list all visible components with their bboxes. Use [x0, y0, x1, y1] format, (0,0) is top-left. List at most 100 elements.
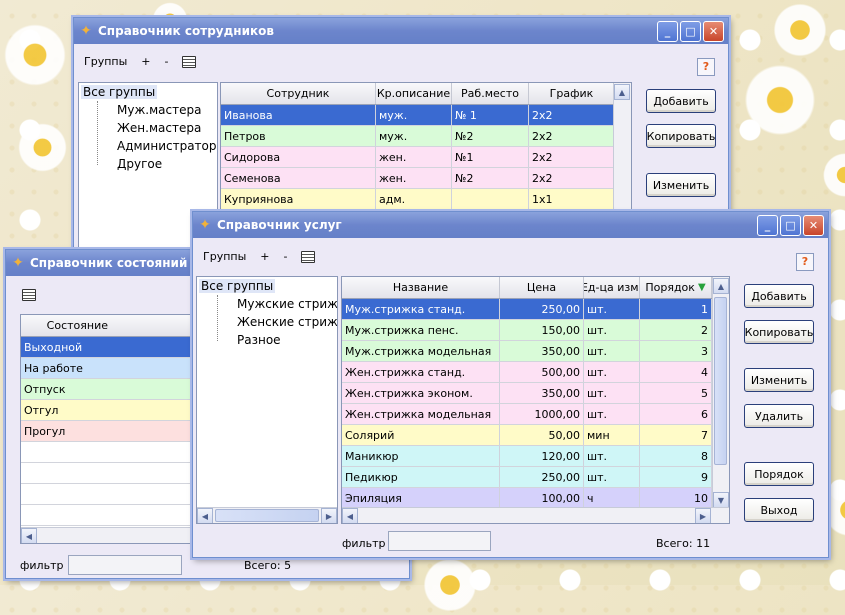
table-row[interactable]: Куприянова адм. 1x1	[221, 189, 631, 210]
scroll-left-icon[interactable]: ◀	[21, 528, 37, 543]
minimize-icon[interactable]: _	[757, 214, 778, 236]
states-horizontal-scrollbar[interactable]: ◀	[21, 527, 209, 543]
column-header[interactable]: Раб.место	[452, 83, 529, 104]
table-row[interactable]	[21, 442, 209, 463]
table-row[interactable]: Муж.стрижка пенс. 150,00 шт. 2	[342, 320, 729, 341]
add-group-button[interactable]: +	[260, 250, 269, 263]
column-header[interactable]: Цена	[500, 277, 584, 298]
scrollbar-thumb[interactable]	[215, 509, 319, 522]
table-cell: 120,00	[500, 446, 584, 466]
table-row[interactable]	[21, 463, 209, 484]
tree-item[interactable]: Разное	[237, 333, 281, 347]
close-icon[interactable]: ✕	[703, 20, 724, 42]
edit-employee-button[interactable]: Изменить	[646, 173, 716, 197]
services-vertical-scrollbar[interactable]: ▲ ▼	[712, 277, 729, 509]
filter-input[interactable]	[388, 531, 491, 551]
tree-item[interactable]: Муж.мастера	[117, 103, 201, 117]
tree-item[interactable]: Другое	[117, 157, 162, 171]
tree-item[interactable]: Администратор	[117, 139, 217, 153]
help-button[interactable]: ?	[697, 58, 715, 76]
table-row[interactable]: Эпиляция 100,00 ч 10	[342, 488, 729, 509]
maximize-icon[interactable]: □	[780, 214, 801, 236]
maximize-icon[interactable]: □	[680, 20, 701, 42]
add-employee-button[interactable]: Добавить	[646, 89, 716, 113]
tree-item[interactable]: Женские стрижки	[237, 315, 337, 329]
groups-menu[interactable]: Группы	[84, 55, 127, 68]
print-icon[interactable]	[22, 289, 36, 301]
edit-service-button[interactable]: Изменить	[744, 368, 814, 392]
order-button[interactable]: Порядок	[744, 462, 814, 486]
table-row[interactable]: Отгул	[21, 400, 209, 421]
scroll-right-icon[interactable]: ▶	[695, 508, 711, 523]
help-button[interactable]: ?	[796, 253, 814, 271]
table-row[interactable]: На работе	[21, 358, 209, 379]
copy-employee-button[interactable]: Копировать	[646, 124, 716, 148]
remove-group-button[interactable]: -	[284, 250, 288, 263]
scrollbar-thumb[interactable]	[714, 297, 727, 465]
table-row[interactable]	[21, 505, 209, 526]
services-titlebar[interactable]: ✦ Справочник услуг _ □ ✕	[193, 212, 828, 238]
table-cell: шт.	[584, 467, 640, 487]
table-cell	[21, 463, 209, 483]
services-group-tree[interactable]: Все группы Мужские стрижки Женские стриж…	[196, 276, 338, 524]
table-cell	[452, 189, 529, 209]
table-row[interactable]: Жен.стрижка модельная 1000,00 шт. 6	[342, 404, 729, 425]
scroll-up-icon[interactable]: ▲	[713, 278, 729, 294]
table-row[interactable]: Семенова жен. №2 2x2	[221, 168, 631, 189]
table-row[interactable]: Отпуск	[21, 379, 209, 400]
table-cell: 10	[640, 488, 712, 508]
table-cell: 350,00	[500, 341, 584, 361]
scroll-down-icon[interactable]: ▼	[713, 492, 729, 508]
filter-input[interactable]	[68, 555, 182, 575]
scroll-right-icon[interactable]: ▶	[321, 508, 337, 523]
table-row[interactable]	[21, 484, 209, 505]
table-row[interactable]: Прогул	[21, 421, 209, 442]
delete-service-button[interactable]: Удалить	[744, 404, 814, 428]
table-cell: Жен.стрижка станд.	[342, 362, 500, 382]
minimize-icon[interactable]: _	[657, 20, 678, 42]
table-row[interactable]: Иванова муж. № 1 2x2	[221, 105, 631, 126]
column-header-order[interactable]: Порядок ▼	[640, 277, 712, 298]
table-row[interactable]: Педикюр 250,00 шт. 9	[342, 467, 729, 488]
background-daisy	[15, 120, 70, 175]
table-cell: Куприянова	[221, 189, 376, 209]
scroll-left-icon[interactable]: ◀	[197, 508, 213, 523]
tree-root[interactable]: Все группы	[81, 85, 158, 99]
column-header[interactable]: График	[529, 83, 615, 104]
table-header: Сотрудник Кр.описание Раб.место График	[221, 83, 631, 105]
print-icon[interactable]	[301, 250, 316, 263]
employees-titlebar[interactable]: ✦ Справочник сотрудников _ □ ✕	[74, 18, 728, 44]
table-cell: 3	[640, 341, 712, 361]
table-row[interactable]: Маникюр 120,00 шт. 8	[342, 446, 729, 467]
tree-item[interactable]: Мужские стрижки	[237, 297, 337, 311]
print-icon[interactable]	[182, 55, 197, 68]
table-row[interactable]: Жен.стрижка эконом. 350,00 шт. 5	[342, 383, 729, 404]
table-row[interactable]: Жен.стрижка станд. 500,00 шт. 4	[342, 362, 729, 383]
scroll-up-icon[interactable]: ▲	[614, 84, 630, 100]
table-cell: Петров	[221, 126, 376, 146]
table-cell: Иванова	[221, 105, 376, 125]
table-row[interactable]: Муж.стрижка модельная 350,00 шт. 3	[342, 341, 729, 362]
scroll-left-icon[interactable]: ◀	[342, 508, 358, 523]
column-header[interactable]: Состояние	[21, 315, 209, 336]
table-row[interactable]: Выходной	[21, 337, 209, 358]
table-row[interactable]: Петров муж. №2 2x2	[221, 126, 631, 147]
add-group-button[interactable]: +	[141, 55, 150, 68]
column-header[interactable]: Сотрудник	[221, 83, 376, 104]
close-icon[interactable]: ✕	[803, 214, 824, 236]
table-row[interactable]: Муж.стрижка станд. 250,00 шт. 1	[342, 299, 729, 320]
add-service-button[interactable]: Добавить	[744, 284, 814, 308]
copy-service-button[interactable]: Копировать	[744, 320, 814, 344]
column-header[interactable]: Кр.описание	[376, 83, 452, 104]
column-header[interactable]: Ед-ца изм.	[584, 277, 640, 298]
services-horizontal-scrollbar[interactable]: ◀ ▶	[342, 507, 729, 523]
tree-root[interactable]: Все группы	[199, 279, 276, 293]
tree-horizontal-scrollbar[interactable]: ◀ ▶	[197, 507, 337, 523]
table-row[interactable]: Солярий 50,00 мин 7	[342, 425, 729, 446]
remove-group-button[interactable]: -	[165, 55, 169, 68]
tree-item[interactable]: Жен.мастера	[117, 121, 201, 135]
groups-menu[interactable]: Группы	[203, 250, 246, 263]
table-row[interactable]: Сидорова жен. №1 2x2	[221, 147, 631, 168]
column-header[interactable]: Название	[342, 277, 500, 298]
exit-button[interactable]: Выход	[744, 498, 814, 522]
